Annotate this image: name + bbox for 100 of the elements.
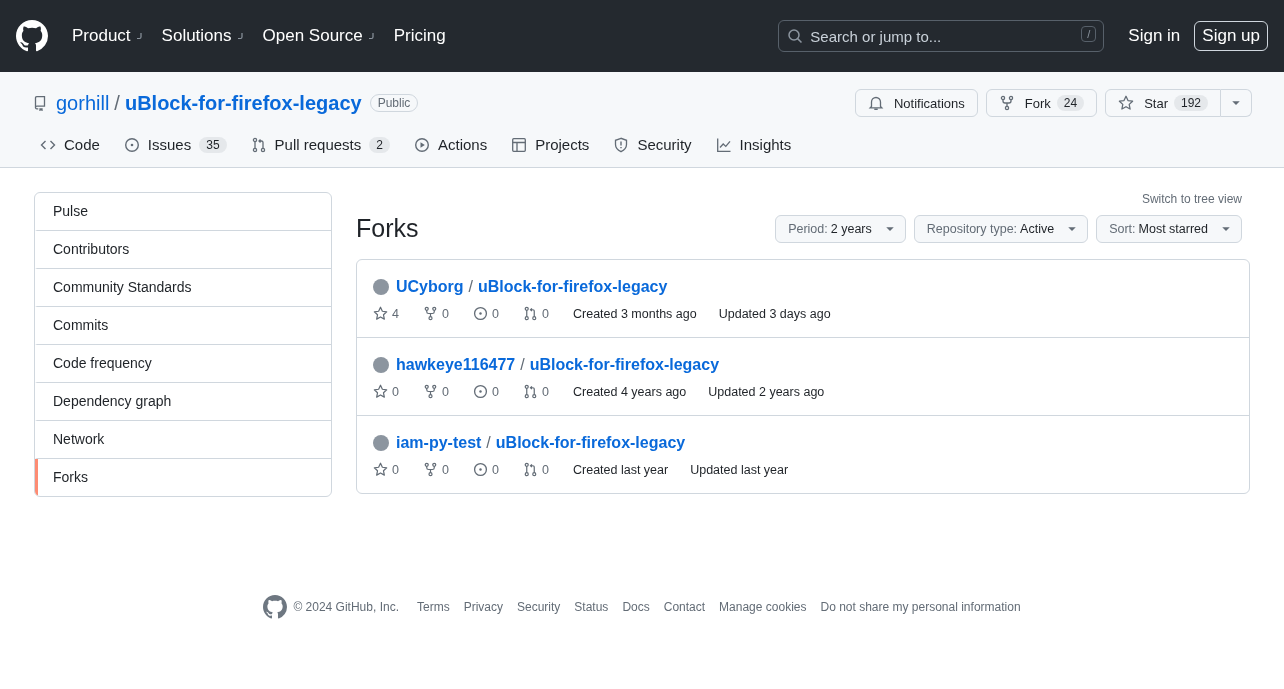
fork-icon — [423, 306, 438, 321]
stat-count: 4 — [392, 306, 399, 321]
stat-count: 0 — [442, 306, 449, 321]
nav-link[interactable]: Product — [72, 26, 131, 46]
repository-icon — [32, 95, 48, 111]
footer-link[interactable]: Do not share my personal information — [820, 600, 1021, 614]
sidebar-item[interactable]: Forks — [35, 458, 331, 496]
star-icon — [373, 462, 388, 477]
search-icon — [787, 28, 804, 44]
shield-icon — [613, 136, 630, 153]
repository-link[interactable]: uBlock-for-firefox-legacy — [495, 434, 686, 452]
fork-icon — [423, 384, 438, 399]
play-icon — [414, 136, 430, 153]
stat-count: 0 — [492, 306, 499, 321]
filter-dropdown[interactable]: Sort: Most starred — [1096, 214, 1242, 243]
sidebar-item[interactable]: Code frequency — [35, 344, 331, 382]
path-separator: / — [486, 434, 491, 452]
repository-tab[interactable]: Code — [32, 132, 108, 157]
pull-request-icon — [523, 306, 538, 321]
sidebar-item[interactable]: Community Standards — [35, 268, 331, 306]
stat-count: 0 — [392, 384, 399, 399]
repository-link[interactable]: uBlock-for-firefox-legacy — [124, 91, 362, 115]
counter: 35 — [199, 136, 227, 153]
avatar-placeholder — [373, 279, 389, 295]
bell-icon — [867, 95, 884, 111]
created-date: Created 3 months ago — [573, 306, 697, 321]
sidebar-item[interactable]: Dependency graph — [35, 382, 331, 420]
footer-link[interactable]: Privacy — [463, 600, 503, 614]
repository-link[interactable]: uBlock-for-firefox-legacy — [529, 356, 720, 374]
table-icon — [511, 136, 528, 153]
pull-request-icon — [523, 384, 538, 399]
path-separator: / — [468, 278, 473, 296]
counter: 192 — [1173, 95, 1208, 111]
sidebar-item[interactable]: Contributors — [35, 230, 331, 268]
footer-link[interactable]: Security — [517, 600, 561, 614]
repository-tab[interactable]: Pull requests 2 — [242, 132, 398, 157]
pull-request-icon — [523, 462, 538, 477]
updated-date: Updated last year — [690, 462, 789, 477]
star-icon — [373, 306, 388, 321]
nav-link[interactable]: Pricing — [393, 26, 446, 46]
repository-link[interactable]: uBlock-for-firefox-legacy — [478, 278, 668, 296]
notifications-button[interactable]: Notifications — [854, 89, 978, 117]
avatar-placeholder — [373, 435, 389, 451]
page-title: Forks — [356, 214, 419, 243]
sign-in-link[interactable]: Sign in — [1128, 26, 1181, 46]
footer-link[interactable]: Terms — [416, 600, 450, 614]
sidebar-item[interactable]: Network — [35, 420, 331, 458]
footer-link[interactable]: Contact — [663, 600, 706, 614]
owner-link[interactable]: UCyborg — [396, 278, 464, 296]
issue-icon — [473, 462, 488, 477]
fork-icon — [423, 462, 438, 477]
star-button[interactable]: Star 192 — [1105, 89, 1221, 117]
sidebar-item[interactable]: Commits — [35, 306, 331, 344]
stat-count: 0 — [542, 306, 549, 321]
nav-link[interactable]: Open Source — [262, 26, 363, 46]
filter-dropdown[interactable]: Repository type: Active — [913, 214, 1089, 243]
copyright-text: © 2024 GitHub, Inc. — [293, 600, 399, 614]
star-icon — [1118, 95, 1135, 111]
issue-icon — [123, 136, 140, 153]
footer-link[interactable]: Manage cookies — [719, 600, 807, 614]
octocat-logo-icon — [263, 595, 288, 619]
repository-tab[interactable]: Security — [605, 132, 700, 157]
shortcut-key: / — [1081, 26, 1097, 42]
footer-link[interactable]: Docs — [622, 600, 650, 614]
stat-count: 0 — [442, 462, 449, 477]
nav-link[interactable]: Solutions — [161, 26, 232, 46]
fork-icon — [998, 95, 1015, 111]
filter-dropdown[interactable]: Period: 2 years — [775, 214, 906, 243]
sign-up-button[interactable]: Sign up — [1194, 21, 1268, 51]
owner-link[interactable]: iam-py-test — [396, 434, 482, 452]
counter: 2 — [369, 136, 390, 153]
footer-link[interactable]: Status — [574, 600, 609, 614]
star-icon — [373, 384, 388, 399]
created-date: Created 4 years ago — [573, 384, 687, 399]
stat-count: 0 — [392, 462, 399, 477]
created-date: Created last year — [573, 462, 669, 477]
repository-tab[interactable]: Insights — [707, 132, 800, 157]
repository-tab[interactable]: Actions — [406, 132, 496, 157]
stat-count: 0 — [542, 384, 549, 399]
stat-count: 0 — [442, 384, 449, 399]
switch-view-link[interactable]: Switch to tree view — [1141, 192, 1242, 206]
graph-icon — [715, 136, 732, 153]
fork-button[interactable]: Fork 24 — [985, 89, 1098, 117]
path-separator: / — [114, 91, 120, 115]
sidebar-item[interactable]: Pulse — [35, 193, 331, 230]
octocat-logo-icon[interactable] — [16, 20, 48, 52]
repository-tab[interactable]: Issues 35 — [115, 132, 235, 157]
path-separator: / — [520, 356, 525, 374]
stat-count: 0 — [492, 462, 499, 477]
repository-tab[interactable]: Projects — [503, 132, 598, 157]
issue-icon — [473, 306, 488, 321]
stat-count: 0 — [542, 462, 549, 477]
issue-icon — [473, 384, 488, 399]
owner-link[interactable]: hawkeye116477 — [396, 356, 516, 374]
stat-count: 0 — [492, 384, 499, 399]
updated-date: Updated 2 years ago — [708, 384, 825, 399]
counter: 24 — [1056, 95, 1085, 111]
updated-date: Updated 3 days ago — [718, 306, 831, 321]
avatar-placeholder — [373, 357, 389, 373]
owner-link[interactable]: gorhill — [56, 91, 110, 115]
